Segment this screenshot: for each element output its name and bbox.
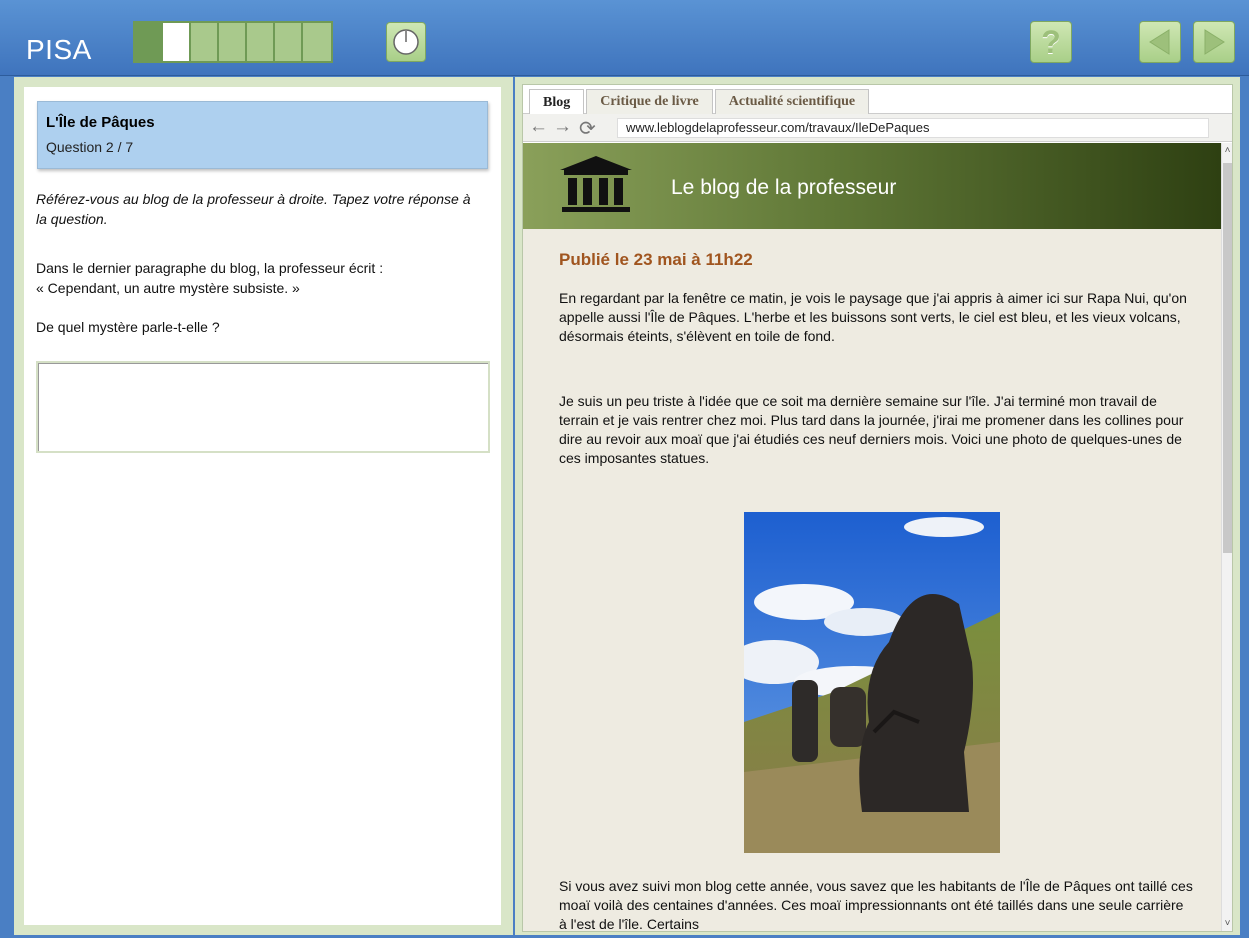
prompt-text: Dans le dernier paragraphe du blog, la p… [36, 258, 476, 298]
url-field[interactable]: www.leblogdelaprofesseur.com/travaux/Ile… [617, 118, 1209, 138]
blog-paragraph: Je suis un peu triste à l'idée que ce so… [559, 393, 1184, 466]
timer-button[interactable] [386, 22, 426, 62]
museum-icon [560, 156, 632, 212]
question-content: L'Île de Pâques Question 2 / 7 Référez-v… [24, 87, 501, 925]
progress-cell [191, 23, 219, 61]
moai-photo [744, 512, 1000, 853]
blog-page: Le blog de la professeur Publié le 23 ma… [523, 143, 1221, 931]
tab-science-news[interactable]: Actualité scientifique [714, 89, 870, 114]
tab-book-review[interactable]: Critique de livre [586, 89, 713, 114]
scroll-down-icon[interactable]: ˅ [1222, 918, 1233, 929]
clock-icon [393, 29, 419, 55]
back-button[interactable] [1139, 21, 1181, 63]
blog-paragraph: Si vous avez suivi mon blog cette année,… [559, 878, 1193, 931]
question-text: De quel mystère parle-t-elle ? [36, 319, 220, 335]
progress-cell [303, 23, 331, 61]
tab-blog[interactable]: Blog [529, 89, 585, 115]
blog-paragraph: En regardant par la fenêtre ce matin, je… [559, 290, 1187, 344]
prompt-line: « Cependant, un autre mystère subsiste. … [36, 280, 300, 296]
page-scrollbar[interactable]: ˄ ˅ [1221, 143, 1232, 931]
blog-title: Le blog de la professeur [671, 176, 897, 199]
scroll-thumb[interactable] [1223, 163, 1232, 553]
question-number: Question 2 / 7 [46, 139, 134, 155]
next-arrow-icon [1204, 29, 1225, 55]
stimulus-panel: Blog Critique de livre Actualité scienti… [515, 77, 1240, 935]
unit-header: L'Île de Pâques Question 2 / 7 [37, 101, 488, 169]
browser-window: Blog Critique de livre Actualité scienti… [522, 84, 1233, 932]
instruction-text: Référez-vous au blog de la professeur à … [36, 191, 471, 227]
answer-textarea[interactable] [36, 361, 490, 453]
progress-cell [219, 23, 247, 61]
reload-icon[interactable]: ⟳ [579, 116, 596, 141]
progress-cell [275, 23, 303, 61]
progress-cell [163, 23, 191, 61]
forward-icon[interactable]: → [553, 116, 572, 138]
prompt-line: Dans le dernier paragraphe du blog, la p… [36, 260, 384, 276]
question-progress [133, 21, 333, 63]
progress-cell [247, 23, 275, 61]
help-icon: ? [1041, 23, 1061, 60]
next-button[interactable] [1193, 21, 1235, 63]
scroll-up-icon[interactable]: ˄ [1222, 145, 1233, 156]
app-title: PISA [26, 34, 92, 65]
help-button[interactable]: ? [1030, 21, 1072, 63]
address-bar: ← → ⟳ www.leblogdelaprofesseur.com/trava… [523, 114, 1232, 142]
browser-tabs: Blog Critique de livre Actualité scienti… [523, 85, 1232, 115]
unit-title: L'Île de Pâques [46, 114, 155, 131]
top-bar: PISA ? [0, 0, 1249, 76]
blog-banner: Le blog de la professeur [523, 143, 1221, 229]
back-icon[interactable]: ← [529, 116, 548, 138]
back-arrow-icon [1149, 29, 1170, 55]
post-date: Publié le 23 mai à 11h22 [559, 250, 753, 269]
question-panel: L'Île de Pâques Question 2 / 7 Référez-v… [14, 77, 513, 935]
progress-cell [135, 23, 163, 61]
